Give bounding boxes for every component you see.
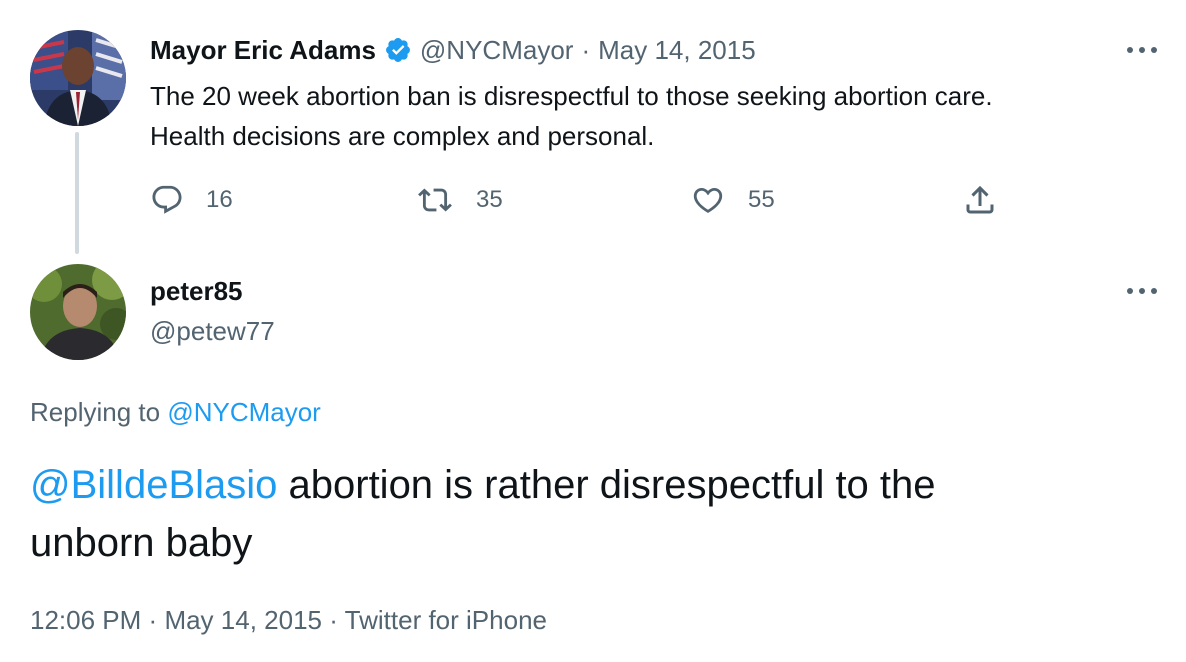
tweet-date-link[interactable]: May 14, 2015	[164, 605, 322, 635]
reply-text-line: @BilldeBlasio abortion is rather disresp…	[30, 456, 936, 514]
tweet-time-link[interactable]: 12:06 PM	[30, 605, 141, 635]
reply-text-line: unborn baby	[30, 521, 253, 565]
avatar-nycmayor[interactable]	[30, 30, 126, 126]
mention-link[interactable]: @BilldeBlasio	[30, 463, 277, 507]
footer-separator: ·	[329, 605, 338, 635]
more-options-icon[interactable]	[1122, 281, 1162, 301]
display-name[interactable]: peter85	[150, 274, 275, 308]
replying-to-handle-link[interactable]: @NYCMayor	[167, 397, 321, 427]
tweet-text-line: Health decisions are complex and persona…	[150, 121, 655, 151]
replying-to-label: Replying to	[30, 397, 161, 427]
reply-icon	[152, 185, 182, 214]
display-name[interactable]: Mayor Eric Adams	[150, 35, 376, 66]
tweet-text-line: The 20 week abortion ban is disrespectfu…	[150, 81, 993, 111]
reply-text: @BilldeBlasio abortion is rather disresp…	[30, 456, 936, 572]
avatar-image	[30, 30, 126, 126]
reply-text-fragment: abortion is rather disrespectful to the	[277, 463, 936, 507]
reply-count: 16	[206, 186, 233, 213]
reply-author[interactable]: peter85 @petew77	[150, 274, 275, 350]
like-count: 55	[748, 186, 775, 213]
replying-to: Replying to @NYCMayor	[30, 394, 321, 430]
share-button[interactable]	[962, 182, 998, 223]
tweet-date[interactable]: May 14, 2015	[598, 35, 756, 66]
retweet-count: 35	[476, 186, 503, 213]
share-icon	[966, 185, 994, 214]
tweet-source-link[interactable]: Twitter for iPhone	[345, 605, 547, 635]
avatar-petew77[interactable]	[30, 264, 126, 360]
tweet-header: Mayor Eric Adams @NYCMayor · May 14, 201…	[150, 33, 756, 67]
handle[interactable]: @NYCMayor	[420, 35, 574, 66]
like-button[interactable]: 55	[690, 180, 775, 220]
thread-connector-line	[75, 132, 79, 254]
avatar-image	[30, 264, 126, 360]
handle[interactable]: @petew77	[150, 312, 275, 350]
verified-badge-icon	[384, 36, 412, 64]
reply-button[interactable]: 16	[150, 180, 233, 220]
tweet-text: The 20 week abortion ban is disrespectfu…	[150, 76, 993, 156]
retweet-button[interactable]: 35	[416, 180, 503, 220]
more-options-icon[interactable]	[1122, 40, 1162, 60]
heart-icon	[693, 187, 723, 213]
footer-separator: ·	[148, 605, 158, 635]
header-separator: ·	[581, 34, 591, 65]
tweet-footer: 12:06 PM · May 14, 2015 · Twitter for iP…	[30, 601, 547, 639]
retweet-icon	[418, 188, 452, 212]
